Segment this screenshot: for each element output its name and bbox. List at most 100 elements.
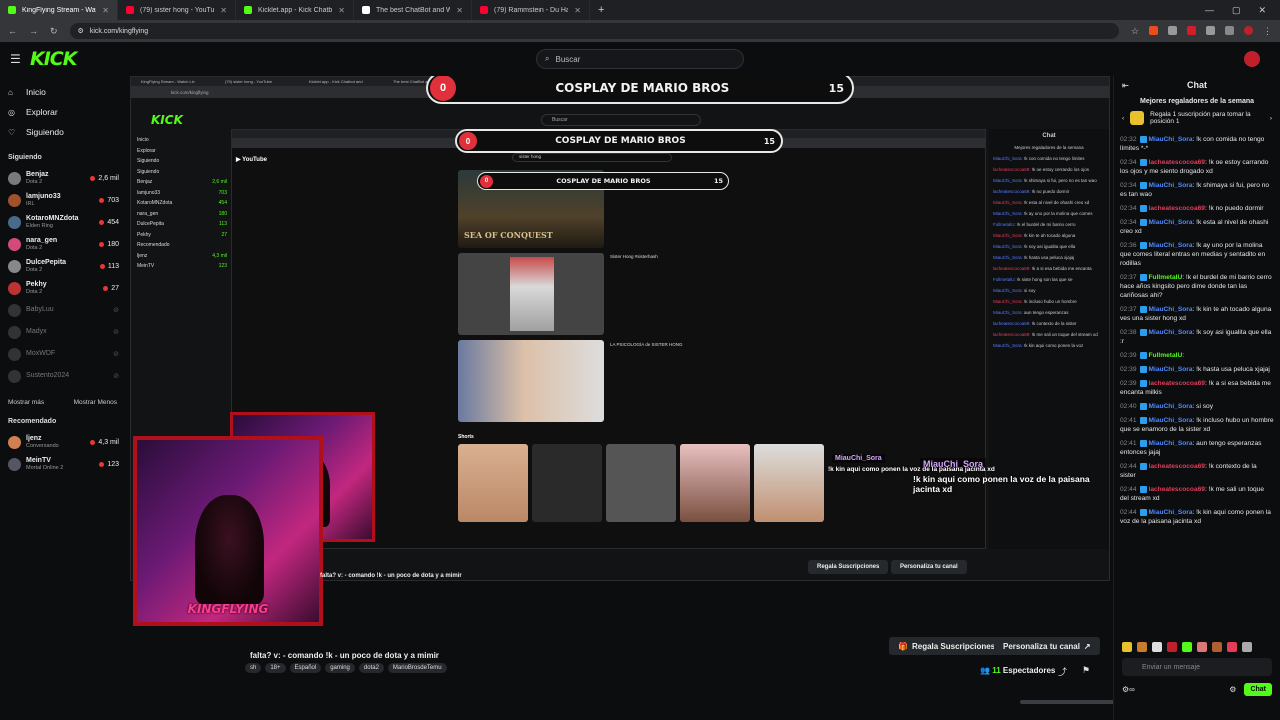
chat-username[interactable]: MiauChi_Sora	[1149, 219, 1193, 226]
chat-username[interactable]: MiauChi_Sora	[1149, 403, 1193, 410]
sidebar-item-inicio[interactable]: ⌂ Inicio	[8, 82, 125, 102]
close-tab-icon[interactable]: ✕	[338, 6, 345, 15]
extension-icon[interactable]	[1206, 25, 1215, 35]
emote-icon[interactable]	[1122, 642, 1132, 652]
chat-username[interactable]: MiauChi_Sora	[1149, 242, 1193, 249]
bookmark-star-icon[interactable]: ☆	[1131, 26, 1139, 37]
new-tab-button[interactable]: +	[590, 4, 612, 16]
gift-subscriptions-button[interactable]: 🎁 Regala Suscripciones	[889, 637, 1005, 655]
stream-tag[interactable]: gaming	[325, 663, 355, 673]
browser-tab[interactable]: (79) sister hong - YouTube ✕	[118, 0, 236, 20]
emote-icon[interactable]	[1212, 642, 1222, 652]
extension-icon[interactable]	[1149, 25, 1158, 35]
customize-channel-button[interactable]: Personaliza tu canal ↗	[994, 637, 1100, 655]
reload-icon[interactable]: ↻	[50, 26, 58, 37]
chat-username[interactable]: MiauChi_Sora	[1149, 509, 1193, 516]
stream-tag[interactable]: 18+	[265, 663, 286, 673]
chat-username[interactable]: lacheatescocoa69	[1149, 159, 1205, 166]
url-field[interactable]: ⚙ kick.com/kingflying	[69, 23, 1119, 39]
extension-icon[interactable]	[1187, 25, 1196, 35]
stream-player[interactable]: KingFlying Stream - Watch Liv (79) siste…	[125, 76, 1113, 720]
chat-username[interactable]: MiauChi_Sora	[1149, 366, 1193, 373]
nested-sidebar: Inicio Explorar Siguiendo Siguiendo Benjaz 2,…	[137, 137, 227, 274]
chat-username[interactable]: lacheatescocoa69	[1149, 205, 1205, 212]
stream-tag[interactable]: sh	[245, 663, 262, 673]
show-more-button[interactable]: Mostrar más	[8, 399, 44, 406]
prev-arrow-icon[interactable]: ‹	[1122, 115, 1124, 122]
nested-chat-text: aun tengo esperanzas	[1024, 310, 1069, 315]
share-icon[interactable]: ⤴	[1058, 665, 1067, 678]
user-avatar[interactable]	[1244, 51, 1260, 67]
browser-menu-icon[interactable]: ⋮	[1263, 26, 1272, 37]
minimize-icon[interactable]: —	[1205, 5, 1214, 16]
channel-item[interactable]: MeinTV Mortal Online 2 123	[8, 453, 125, 475]
show-less-button[interactable]: Mostrar Menos	[74, 399, 117, 406]
next-arrow-icon[interactable]: ›	[1270, 115, 1272, 122]
stream-tag[interactable]: Español	[289, 663, 322, 673]
chat-message: 02:39 lacheatescocoa69: !k a si esa bebid…	[1120, 379, 1274, 397]
forward-icon[interactable]: →	[29, 26, 38, 36]
chat-username[interactable]: MiauChi_Sora	[1149, 329, 1193, 336]
infinity-icon[interactable]: ⚙∞	[1122, 685, 1135, 694]
emote-icon[interactable]	[1242, 642, 1252, 652]
channel-item[interactable]: DulcePepita Dota 2 113	[8, 255, 125, 277]
close-window-icon[interactable]: ✕	[1258, 5, 1266, 16]
emote-icon[interactable]	[1137, 642, 1147, 652]
emote-icon[interactable]	[1197, 642, 1207, 652]
send-chat-button[interactable]: Chat	[1244, 683, 1272, 696]
channel-item[interactable]: KotaroMNZdota Elden Ring 454	[8, 211, 125, 233]
close-tab-icon[interactable]: ✕	[574, 6, 581, 15]
channel-item[interactable]: Pekhy Dota 2 27	[8, 277, 125, 299]
emote-icon[interactable]	[1227, 642, 1237, 652]
channel-item[interactable]: ljenz Conversando 4,3 mil	[8, 431, 125, 453]
chat-message-input[interactable]: Enviar un mensaje	[1122, 658, 1272, 676]
hamburger-menu-icon[interactable]: ☰	[10, 52, 24, 66]
channel-item[interactable]: Sustento2024 ⊘	[8, 365, 125, 387]
emote-icon[interactable]	[1167, 642, 1177, 652]
user-badge-icon	[1139, 328, 1147, 336]
browser-tab[interactable]: KingFlying Stream - Watch Live ✕	[0, 0, 118, 20]
nested-chat-text: !k contexto de la sister	[1031, 321, 1077, 326]
search-input[interactable]: ⌕ Buscar	[536, 49, 744, 69]
browser-tab[interactable]: (79) Rammstein - Du Hast (Offi ✕	[472, 0, 590, 20]
channel-item[interactable]: Madyx ⊘	[8, 321, 125, 343]
stream-tag[interactable]: MarioBrosdeTemu	[387, 663, 447, 673]
channel-item[interactable]: BabyLuu ⊘	[8, 299, 125, 321]
close-tab-icon[interactable]: ✕	[456, 6, 463, 15]
back-icon[interactable]: ←	[8, 26, 17, 36]
chat-username[interactable]: MiauChi_Sora	[1149, 136, 1193, 143]
sidebar-item-siguiendo[interactable]: ♡ Siguiendo	[8, 122, 125, 142]
nested-chat-lines: MiauChi_Sora: !k con comida no tengo lim…	[993, 156, 1105, 354]
close-tab-icon[interactable]: ✕	[220, 6, 227, 15]
browser-tab[interactable]: The best ChatBot and Widgets ✕	[354, 0, 472, 20]
channel-item[interactable]: nara_gen Dota 2 180	[8, 233, 125, 255]
downloads-icon[interactable]	[1225, 25, 1234, 35]
channel-item[interactable]: lamjuno33 IRL 703	[8, 189, 125, 211]
chat-username[interactable]: FullmetalU	[1149, 274, 1183, 281]
chat-username[interactable]: MiauChi_Sora	[1149, 182, 1193, 189]
chat-username[interactable]: MiauChi_Sora	[1149, 440, 1193, 447]
chat-username[interactable]: MiauChi_Sora	[1149, 417, 1193, 424]
chat-username[interactable]: lacheatescocoa69	[1149, 463, 1205, 470]
emote-icon[interactable]	[1182, 642, 1192, 652]
kick-logo[interactable]: KICK	[30, 48, 77, 70]
site-info-icon[interactable]: ⚙	[78, 27, 84, 35]
emote-icon[interactable]	[1152, 642, 1162, 652]
browser-tab[interactable]: Kicklet.app - Kick Chatbot and ✕	[236, 0, 354, 20]
extension-icon[interactable]	[1168, 25, 1177, 35]
channel-item[interactable]: Benjaz Dota 2 2,6 mil	[8, 167, 125, 189]
chat-username[interactable]: lacheatescocoa69	[1149, 486, 1205, 493]
channel-item[interactable]: MoxWDF ⊘	[8, 343, 125, 365]
settings-gear-icon[interactable]: ⚙	[1229, 685, 1236, 694]
horizontal-scrollbar[interactable]	[1020, 700, 1113, 704]
chat-username[interactable]: MiauChi_Sora	[1149, 306, 1193, 313]
chat-username[interactable]: FullmetalU	[1149, 352, 1183, 359]
more-options-icon[interactable]: ⚑	[1082, 665, 1090, 676]
collapse-chat-icon[interactable]: ⇤	[1122, 81, 1129, 90]
chat-username[interactable]: lacheatescocoa69	[1149, 380, 1205, 387]
sidebar-item-explorar[interactable]: ◎ Explorar	[8, 102, 125, 122]
close-tab-icon[interactable]: ✕	[102, 6, 109, 15]
stream-tag[interactable]: dota2	[358, 663, 384, 673]
maximize-icon[interactable]: ▢	[1232, 5, 1241, 16]
profile-avatar[interactable]	[1244, 25, 1253, 35]
